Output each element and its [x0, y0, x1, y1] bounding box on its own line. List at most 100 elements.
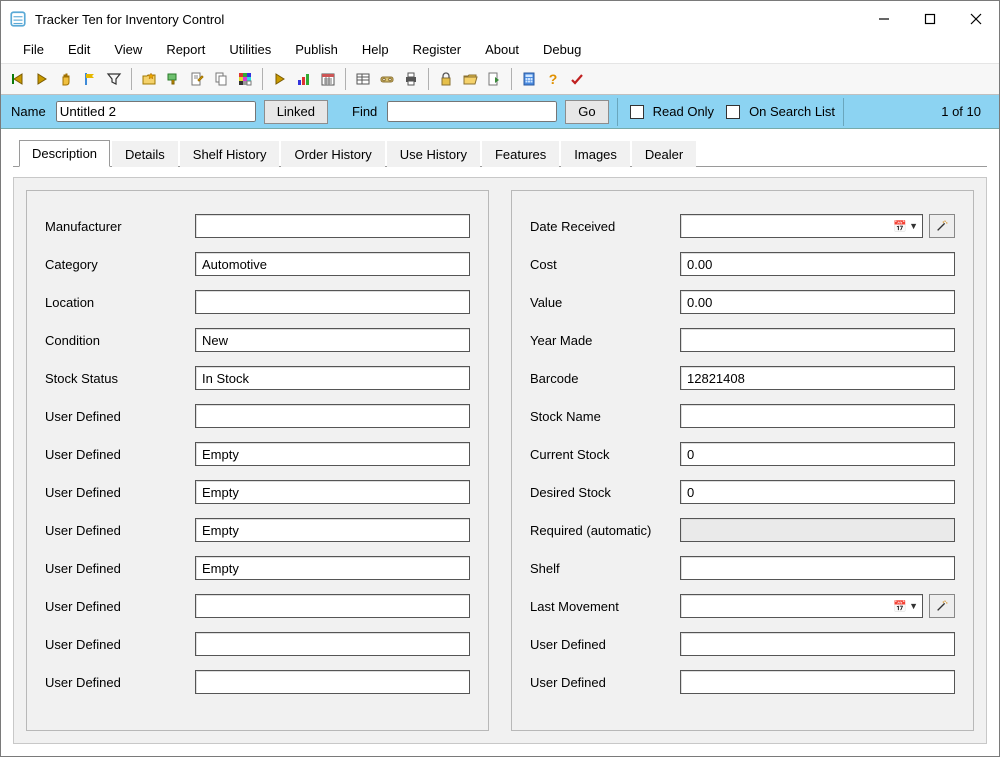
name-input[interactable] — [56, 101, 256, 122]
left-input-1[interactable] — [195, 252, 470, 276]
tb-paint-icon[interactable] — [162, 68, 184, 90]
menu-edit[interactable]: Edit — [56, 38, 102, 61]
right-label-1: Cost — [530, 257, 680, 272]
find-input[interactable] — [387, 101, 557, 122]
close-button[interactable] — [953, 1, 999, 37]
right-input-2[interactable] — [680, 290, 955, 314]
left-input-8[interactable] — [195, 518, 470, 542]
left-input-5[interactable] — [195, 404, 470, 428]
left-input-6[interactable] — [195, 442, 470, 466]
tb-tape-icon[interactable] — [376, 68, 398, 90]
menu-utilities[interactable]: Utilities — [217, 38, 283, 61]
right-date-wrap-10: 📅▼ — [680, 594, 955, 618]
right-row-2: Value — [530, 283, 955, 321]
left-input-0[interactable] — [195, 214, 470, 238]
tb-next2-icon[interactable] — [269, 68, 291, 90]
right-date-input-0[interactable]: 📅▼ — [680, 214, 923, 238]
tab-features[interactable]: Features — [482, 141, 559, 167]
left-input-9[interactable] — [195, 556, 470, 580]
tb-folder-star-icon[interactable] — [138, 68, 160, 90]
tb-filter-icon[interactable] — [103, 68, 125, 90]
tab-use-history[interactable]: Use History — [387, 141, 480, 167]
left-row-5: User Defined — [45, 397, 470, 435]
tab-shelf-history[interactable]: Shelf History — [180, 141, 280, 167]
right-input-6[interactable] — [680, 442, 955, 466]
left-row-0: Manufacturer — [45, 207, 470, 245]
readonly-checkbox-wrap[interactable]: Read Only — [626, 102, 714, 122]
menu-publish[interactable]: Publish — [283, 38, 350, 61]
menu-register[interactable]: Register — [401, 38, 473, 61]
right-input-11[interactable] — [680, 632, 955, 656]
dropdown-icon: ▼ — [909, 221, 918, 231]
onsearch-checkbox-wrap[interactable]: On Search List — [722, 102, 835, 122]
tb-lock-icon[interactable] — [435, 68, 457, 90]
tab-description[interactable]: Description — [19, 140, 110, 167]
tb-prev-icon[interactable] — [7, 68, 29, 90]
left-input-7[interactable] — [195, 480, 470, 504]
readonly-checkbox[interactable] — [630, 105, 644, 119]
right-label-12: User Defined — [530, 675, 680, 690]
menu-view[interactable]: View — [102, 38, 154, 61]
tb-chart-icon[interactable] — [293, 68, 315, 90]
tb-export-icon[interactable] — [483, 68, 505, 90]
tb-table-icon[interactable] — [352, 68, 374, 90]
linked-button[interactable]: Linked — [264, 100, 328, 124]
left-input-2[interactable] — [195, 290, 470, 314]
tb-print-icon[interactable] — [400, 68, 422, 90]
right-date-input-10[interactable]: 📅▼ — [680, 594, 923, 618]
left-label-12: User Defined — [45, 675, 195, 690]
panel-outer: ManufacturerCategoryLocationConditionSto… — [13, 177, 987, 744]
tab-images[interactable]: Images — [561, 141, 630, 167]
calendar-icon: 📅 — [893, 600, 907, 613]
tb-next-icon[interactable] — [31, 68, 53, 90]
right-label-4: Barcode — [530, 371, 680, 386]
right-input-1[interactable] — [680, 252, 955, 276]
left-row-11: User Defined — [45, 625, 470, 663]
tb-copy-icon[interactable] — [210, 68, 232, 90]
tb-doc-pencil-icon[interactable] — [186, 68, 208, 90]
right-date-wrap-0: 📅▼ — [680, 214, 955, 238]
tb-check-icon[interactable] — [566, 68, 588, 90]
menu-help[interactable]: Help — [350, 38, 401, 61]
right-input-4[interactable] — [680, 366, 955, 390]
right-row-12: User Defined — [530, 663, 955, 701]
tb-colorgrid-icon[interactable] — [234, 68, 256, 90]
left-label-1: Category — [45, 257, 195, 272]
go-button[interactable]: Go — [565, 100, 608, 124]
menu-debug[interactable]: Debug — [531, 38, 593, 61]
right-input-12[interactable] — [680, 670, 955, 694]
right-input-7[interactable] — [680, 480, 955, 504]
menu-file[interactable]: File — [11, 38, 56, 61]
left-input-12[interactable] — [195, 670, 470, 694]
tb-help-icon[interactable]: ? — [542, 68, 564, 90]
left-input-3[interactable] — [195, 328, 470, 352]
left-input-4[interactable] — [195, 366, 470, 390]
left-input-11[interactable] — [195, 632, 470, 656]
maximize-button[interactable] — [907, 1, 953, 37]
right-input-3[interactable] — [680, 328, 955, 352]
right-row-6: Current Stock — [530, 435, 955, 473]
left-row-9: User Defined — [45, 549, 470, 587]
left-label-4: Stock Status — [45, 371, 195, 386]
right-row-1: Cost — [530, 245, 955, 283]
tb-hand-icon[interactable] — [55, 68, 77, 90]
right-input-9[interactable] — [680, 556, 955, 580]
right-wand-button-0[interactable] — [929, 214, 955, 238]
tb-calculator-icon[interactable] — [518, 68, 540, 90]
right-wand-button-10[interactable] — [929, 594, 955, 618]
content: ManufacturerCategoryLocationConditionSto… — [1, 167, 999, 756]
tb-calendar-icon[interactable] — [317, 68, 339, 90]
onsearch-checkbox[interactable] — [726, 105, 740, 119]
menu-report[interactable]: Report — [154, 38, 217, 61]
tb-flag-icon[interactable] — [79, 68, 101, 90]
record-counter: 1 of 10 — [931, 104, 991, 119]
tb-folder-open-icon[interactable] — [459, 68, 481, 90]
right-input-5[interactable] — [680, 404, 955, 428]
window-title: Tracker Ten for Inventory Control — [35, 12, 861, 27]
tab-dealer[interactable]: Dealer — [632, 141, 696, 167]
tab-details[interactable]: Details — [112, 141, 178, 167]
tab-order-history[interactable]: Order History — [281, 141, 384, 167]
minimize-button[interactable] — [861, 1, 907, 37]
left-input-10[interactable] — [195, 594, 470, 618]
menu-about[interactable]: About — [473, 38, 531, 61]
